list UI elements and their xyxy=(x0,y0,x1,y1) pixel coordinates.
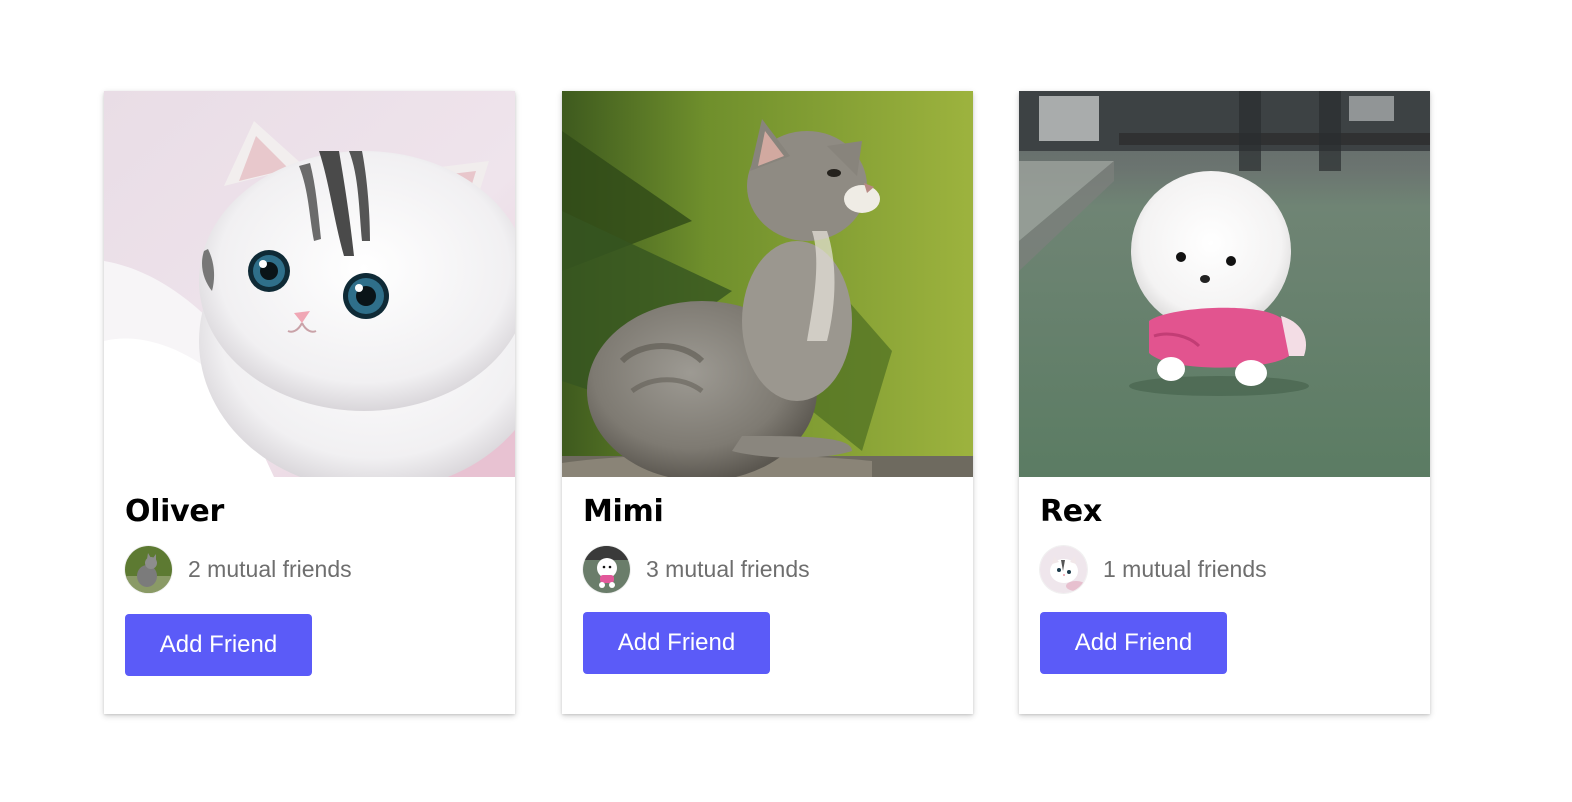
mutual-friends-row: 1 mutual friends xyxy=(1040,545,1267,593)
add-friend-button[interactable]: Add Friend xyxy=(125,614,312,676)
mutual-friends-row: 3 mutual friends xyxy=(583,545,810,593)
mutual-friends-row: 2 mutual friends xyxy=(125,545,352,593)
friend-card: Mimi 3 mutual friends Add Friend xyxy=(562,91,973,714)
friend-name: Rex xyxy=(1040,494,1102,529)
friend-name: Mimi xyxy=(583,494,664,529)
mutual-friends-count: 3 mutual friends xyxy=(646,555,810,582)
mutual-friends-count: 2 mutual friends xyxy=(188,555,352,582)
mutual-friends-count: 1 mutual friends xyxy=(1103,555,1267,582)
add-friend-button[interactable]: Add Friend xyxy=(1040,612,1227,674)
mutual-friend-avatar[interactable] xyxy=(125,545,172,593)
pet-photo-white-pomeranian xyxy=(1019,91,1430,477)
add-friend-button[interactable]: Add Friend xyxy=(583,612,770,674)
pet-photo-grey-kitten xyxy=(562,91,973,477)
friend-suggestions-page: Oliver 2 mutual friends Add Friend Mimi … xyxy=(0,0,1572,802)
mutual-friend-avatar[interactable] xyxy=(1040,545,1087,593)
pet-photo-white-kitten xyxy=(104,91,515,477)
friend-card: Rex 1 mutual friends Add Friend xyxy=(1019,91,1430,714)
friend-card: Oliver 2 mutual friends Add Friend xyxy=(104,91,515,714)
friend-name: Oliver xyxy=(125,494,224,529)
mutual-friend-avatar[interactable] xyxy=(583,545,630,593)
